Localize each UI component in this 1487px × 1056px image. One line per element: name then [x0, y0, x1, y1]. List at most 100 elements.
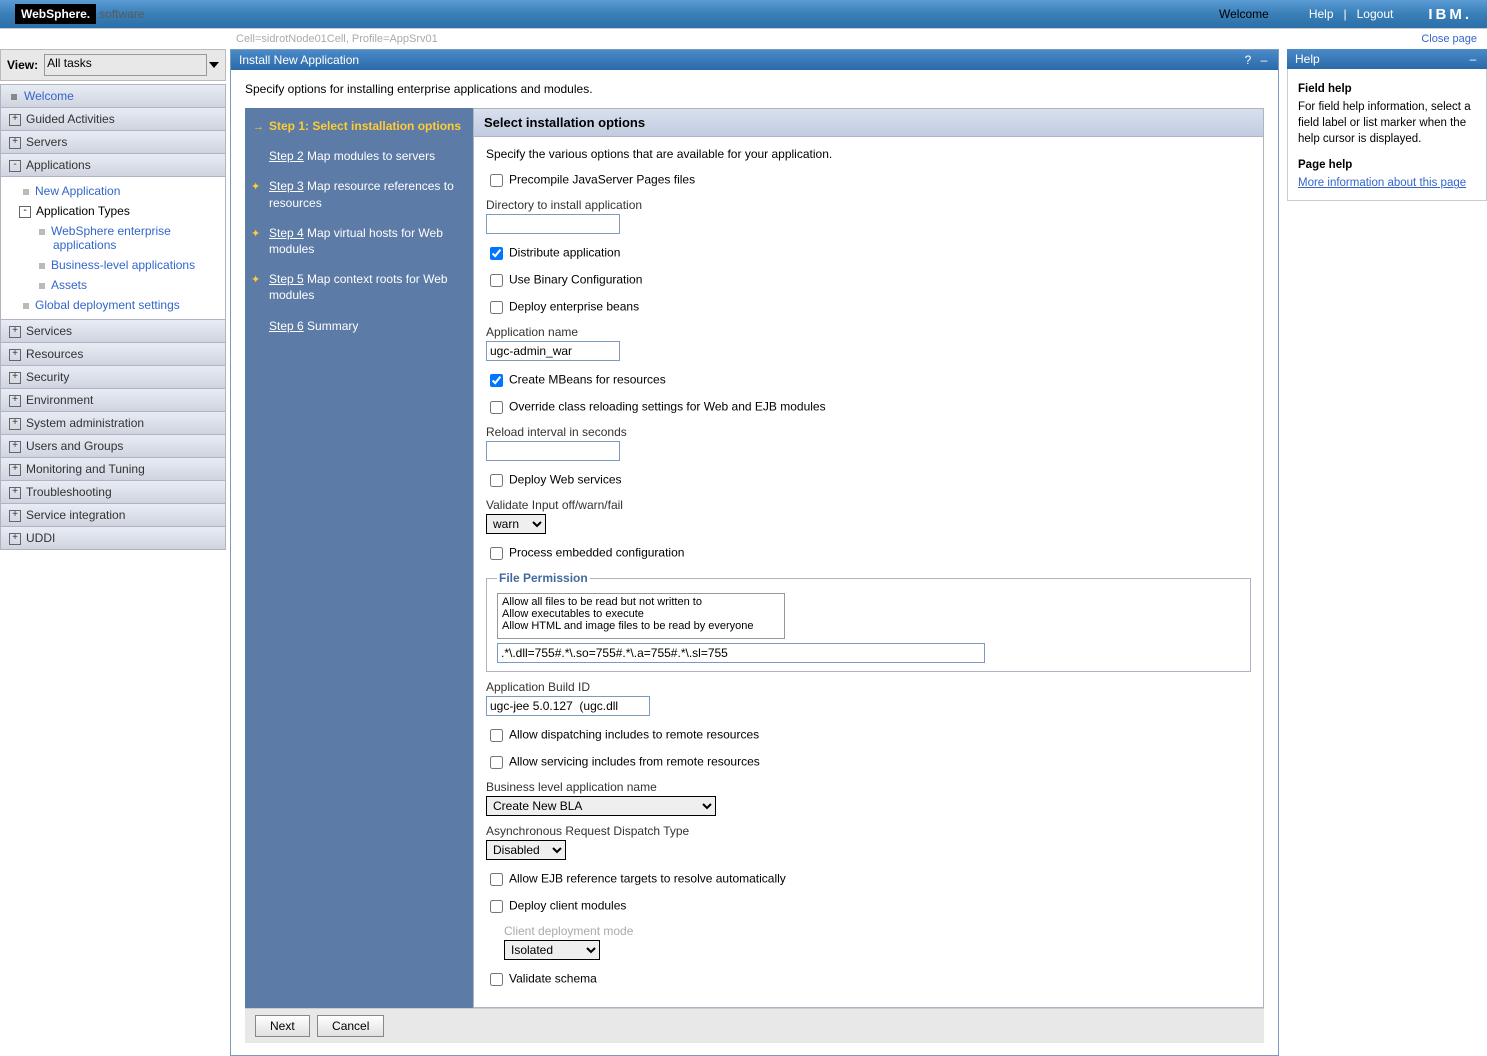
- fp-option-3[interactable]: Allow HTML and image files to be read by…: [500, 620, 782, 632]
- dropdown-icon[interactable]: [209, 62, 219, 68]
- validateschema-checkbox[interactable]: [490, 973, 503, 986]
- nav-new-application[interactable]: New Application: [1, 181, 225, 201]
- step-3[interactable]: ✦Step 3 Map resource references to resou…: [253, 178, 465, 210]
- wizard-main: Select installation options Specify the …: [473, 108, 1264, 1008]
- expand-icon[interactable]: +: [9, 487, 21, 499]
- file-permission-fieldset: File Permission Allow all files to be re…: [486, 571, 1251, 672]
- collapse-icon[interactable]: -: [19, 206, 31, 218]
- servicing-label: Allow servicing includes from remote res…: [509, 755, 760, 769]
- dir-input[interactable]: [486, 214, 620, 234]
- fp-option-1[interactable]: Allow all files to be read but not writt…: [500, 596, 782, 608]
- expand-icon[interactable]: +: [9, 326, 21, 338]
- deployejb-checkbox[interactable]: [490, 301, 503, 314]
- override-checkbox[interactable]: [490, 401, 503, 414]
- buildid-label: Application Build ID: [486, 680, 1251, 694]
- panel-title: Install New Application: [239, 53, 1238, 67]
- nav-users[interactable]: +Users and Groups: [0, 435, 226, 458]
- help-icon[interactable]: ?: [1242, 54, 1254, 66]
- appname-label: Application name: [486, 325, 1251, 339]
- step-6[interactable]: Step 6 Summary: [253, 318, 465, 334]
- file-permission-input[interactable]: [497, 643, 985, 663]
- nav-servers[interactable]: +Servers: [0, 131, 226, 154]
- page-help-link[interactable]: More information about this page: [1298, 177, 1466, 189]
- expand-icon[interactable]: +: [9, 137, 21, 149]
- nav-websphere-apps[interactable]: WebSphere enterprise applications: [1, 221, 225, 255]
- star-icon: ✦: [251, 180, 260, 195]
- view-select[interactable]: All tasks: [44, 54, 207, 76]
- appname-input[interactable]: [486, 341, 620, 361]
- validateschema-label: Validate schema: [509, 972, 597, 986]
- bla-select[interactable]: Create New BLA: [486, 796, 716, 816]
- nav-applications[interactable]: -Applications: [0, 154, 226, 177]
- field-help-heading: Field help: [1298, 81, 1476, 97]
- step-5[interactable]: ✦Step 5 Map context roots for Web module…: [253, 271, 465, 303]
- file-permission-list[interactable]: Allow all files to be read but not writt…: [497, 593, 785, 639]
- nav-service-integration[interactable]: +Service integration: [0, 504, 226, 527]
- help-titlebar: Help –: [1287, 49, 1487, 69]
- close-page-link[interactable]: Close page: [1421, 33, 1477, 45]
- view-row: View: All tasks: [0, 49, 226, 81]
- arrow-icon: →: [253, 120, 264, 135]
- deployclient-label: Deploy client modules: [509, 899, 626, 913]
- expand-icon[interactable]: +: [9, 418, 21, 430]
- ejbref-checkbox[interactable]: [490, 873, 503, 886]
- help-link[interactable]: Help: [1309, 7, 1334, 21]
- usebinary-checkbox[interactable]: [490, 274, 503, 287]
- collapse-icon[interactable]: -: [9, 160, 21, 172]
- bla-label: Business level application name: [486, 780, 1251, 794]
- logo-main: WebSphere.: [15, 4, 96, 24]
- servicing-checkbox[interactable]: [490, 756, 503, 769]
- minimize-icon[interactable]: –: [1258, 54, 1270, 66]
- nav-business-apps[interactable]: Business-level applications: [1, 255, 225, 275]
- deployclient-checkbox[interactable]: [490, 900, 503, 913]
- expand-icon[interactable]: +: [9, 114, 21, 126]
- cancel-button[interactable]: Cancel: [317, 1015, 384, 1037]
- expand-icon[interactable]: +: [9, 533, 21, 545]
- nav-security[interactable]: +Security: [0, 366, 226, 389]
- fp-option-2[interactable]: Allow executables to execute: [500, 608, 782, 620]
- file-permission-legend: File Permission: [497, 571, 590, 585]
- processembed-checkbox[interactable]: [490, 547, 503, 560]
- expand-icon[interactable]: +: [9, 510, 21, 522]
- step-2[interactable]: Step 2 Map modules to servers: [253, 148, 465, 164]
- precompile-checkbox[interactable]: [490, 174, 503, 187]
- nav-resources[interactable]: +Resources: [0, 343, 226, 366]
- minimize-icon[interactable]: –: [1467, 53, 1479, 65]
- nav-services[interactable]: +Services: [0, 320, 226, 343]
- wizard-sub: Specify the various options that are ava…: [486, 147, 1251, 161]
- help-panel: Help – Field help For field help informa…: [1287, 49, 1487, 201]
- clientmode-select[interactable]: Isolated: [504, 940, 600, 960]
- nav-monitoring[interactable]: +Monitoring and Tuning: [0, 458, 226, 481]
- nav-application-types[interactable]: -Application Types: [1, 201, 225, 221]
- nav-welcome[interactable]: Welcome: [0, 84, 226, 108]
- expand-icon[interactable]: +: [9, 372, 21, 384]
- top-header: WebSphere. software Welcome Help | Logou…: [0, 0, 1487, 28]
- dispatch-checkbox[interactable]: [490, 729, 503, 742]
- step-4[interactable]: ✦Step 4 Map virtual hosts for Web module…: [253, 225, 465, 257]
- logout-link[interactable]: Logout: [1357, 7, 1394, 21]
- next-button[interactable]: Next: [255, 1015, 310, 1037]
- deployws-checkbox[interactable]: [490, 474, 503, 487]
- deployejb-label: Deploy enterprise beans: [509, 300, 639, 314]
- nav-troubleshooting[interactable]: +Troubleshooting: [0, 481, 226, 504]
- reload-input[interactable]: [486, 441, 620, 461]
- nav-uddi[interactable]: +UDDI: [0, 527, 226, 550]
- bullet-icon: [11, 94, 17, 100]
- nav-sysadmin[interactable]: +System administration: [0, 412, 226, 435]
- async-select[interactable]: Disabled: [486, 840, 566, 860]
- nav-assets[interactable]: Assets: [1, 275, 225, 295]
- nav-global-deployment[interactable]: Global deployment settings: [1, 295, 225, 315]
- mbeans-checkbox[interactable]: [490, 374, 503, 387]
- expand-icon[interactable]: +: [9, 441, 21, 453]
- sub-header: Cell=sidrotNode01Cell, Profile=AppSrv01 …: [0, 28, 1487, 49]
- buildid-input[interactable]: [486, 696, 650, 716]
- nav-guided[interactable]: +Guided Activities: [0, 108, 226, 131]
- distribute-checkbox[interactable]: [490, 247, 503, 260]
- expand-icon[interactable]: +: [9, 395, 21, 407]
- bullet-icon: [23, 189, 29, 195]
- expand-icon[interactable]: +: [9, 349, 21, 361]
- nav-environment[interactable]: +Environment: [0, 389, 226, 412]
- cell-info: Cell=sidrotNode01Cell, Profile=AppSrv01: [236, 33, 438, 45]
- validate-select[interactable]: warn: [486, 514, 546, 534]
- expand-icon[interactable]: +: [9, 464, 21, 476]
